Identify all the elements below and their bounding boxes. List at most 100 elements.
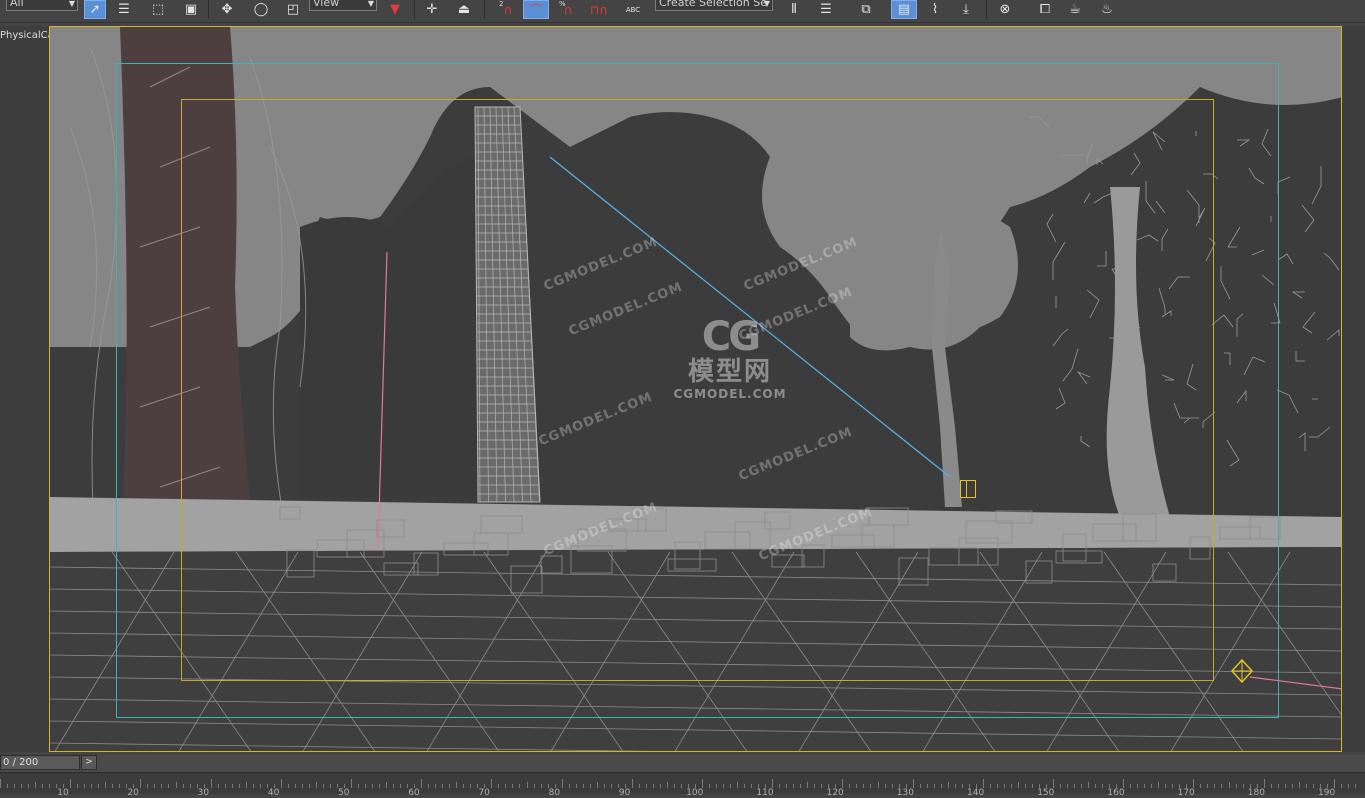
timeline-tick xyxy=(463,784,465,788)
timeline-tick xyxy=(1144,784,1146,788)
timeline-tick xyxy=(245,782,247,788)
timeline-tick xyxy=(210,779,212,788)
angle-snap-toggle-button[interactable]: ⌒ xyxy=(523,0,549,19)
timeline-tick xyxy=(1270,784,1272,788)
percent-snap-label: % xyxy=(559,0,566,8)
timeline-tick xyxy=(814,784,816,788)
align-button[interactable]: ☰ xyxy=(815,0,837,19)
selection-filter-value: All xyxy=(10,0,24,9)
timeline-tick xyxy=(596,782,598,788)
timeline-tick xyxy=(603,784,605,788)
timeline-tick xyxy=(442,784,444,788)
mirror-button[interactable]: ⫴ xyxy=(783,0,805,19)
timeline-tick-label: 30 xyxy=(197,788,210,798)
timeline-tick xyxy=(1305,784,1307,788)
schematic-view-button[interactable]: ⤓ xyxy=(955,0,977,19)
render-teapot-icon: ♨ xyxy=(1101,2,1113,17)
timeline-tick xyxy=(568,784,570,788)
material-editor-button[interactable]: ⊗ xyxy=(994,0,1016,19)
timeline-tick xyxy=(842,779,844,788)
timeline-tick xyxy=(280,779,282,788)
timeline-tick xyxy=(947,782,949,788)
timeline-tick xyxy=(175,782,177,788)
next-frame-button[interactable]: > xyxy=(81,755,97,770)
window-crossing-button[interactable]: ▣ xyxy=(180,0,202,19)
timeline-tick xyxy=(645,784,647,788)
edit-named-selection-button[interactable]: ABC xyxy=(622,0,644,19)
rectangular-selection-button[interactable]: ⬚ xyxy=(147,0,169,19)
timeline-tick xyxy=(863,784,865,788)
timeline-tick xyxy=(231,784,233,788)
timeline-tick xyxy=(456,782,458,788)
timeline-tick-label: 140 xyxy=(967,788,985,798)
select-and-rotate-button[interactable]: ◯ xyxy=(250,0,272,19)
timeline-tick xyxy=(961,784,963,788)
timeline-tick xyxy=(421,779,423,788)
camera-target-marker[interactable] xyxy=(960,480,976,498)
reference-coordinate-dropdown[interactable]: View ▼ xyxy=(309,0,377,11)
snaps-toggle-button[interactable]: 2 ∩ xyxy=(497,0,519,19)
render-frame-window-button[interactable]: ☕ xyxy=(1064,0,1086,19)
trackbar[interactable]: 10 20 30 40 50 60 70 80 90 100 110 120 130 140 150 160 1… xyxy=(0,772,1365,798)
timeline-tick xyxy=(329,784,331,788)
toggle-layer-explorer-button[interactable]: ▤ xyxy=(891,0,917,19)
timeline-tick xyxy=(1081,784,1083,788)
spinner-snap-toggle-button[interactable]: ⊓∩ xyxy=(588,0,610,19)
scale-box-icon: ◰ xyxy=(286,2,300,17)
toggle-scene-explorer-button[interactable]: ⧉ xyxy=(855,0,877,19)
timeline-tick xyxy=(386,782,388,788)
timeline-tick xyxy=(575,784,577,788)
dashed-rectangle-icon: ⬚ xyxy=(151,2,165,17)
timeline-tick xyxy=(673,784,675,788)
chevron-down-icon: ▼ xyxy=(367,0,374,8)
timeline-tick-label: 20 xyxy=(127,788,139,798)
select-and-scale-button[interactable]: ◰ xyxy=(282,0,304,19)
viewport-left-gutter xyxy=(0,26,49,752)
timeline-tick xyxy=(996,784,998,788)
render-production-button[interactable]: ♨ xyxy=(1096,0,1118,19)
time-slider[interactable]: 0 / 200 xyxy=(0,755,80,770)
timeline-tick-label: 110 xyxy=(756,788,774,798)
timeline-tick xyxy=(119,784,121,788)
timeline-tick xyxy=(42,784,44,788)
render-setup-button[interactable]: ⧠ xyxy=(1034,0,1056,19)
timeline-tick xyxy=(1200,784,1202,788)
teapot-icon: ☕ xyxy=(1069,2,1081,17)
timeline-tick xyxy=(884,784,886,788)
use-pivot-point-button[interactable]: ▼ xyxy=(384,0,406,19)
watermark-logo: CG xyxy=(701,314,761,360)
timeline-tick xyxy=(428,784,430,788)
reference-coordinate-value: View xyxy=(313,0,340,9)
timeline-tick xyxy=(870,784,872,788)
timeline-tick xyxy=(1298,782,1300,788)
timeline-tick xyxy=(702,779,703,788)
toolbar-divider xyxy=(484,0,485,19)
timeline-tick xyxy=(91,784,93,788)
timeline-tick-label: 10 xyxy=(57,788,69,798)
cursor-arrow-icon: ➚ xyxy=(89,2,101,17)
select-object-button[interactable]: ➚ xyxy=(84,0,106,19)
selection-filter-dropdown[interactable]: All ▼ xyxy=(6,0,78,11)
timeline-tick xyxy=(224,784,226,788)
timeline-tick xyxy=(954,784,956,788)
select-and-move-button[interactable]: ✥ xyxy=(216,0,238,19)
timeline-tick-label: 100 xyxy=(686,788,704,798)
named-selection-sets-dropdown[interactable]: Create Selection Se ▼ xyxy=(655,0,773,11)
timeline-tick xyxy=(315,782,317,788)
select-by-name-button[interactable]: ☰ xyxy=(113,0,135,19)
mirror-icon: ⫴ xyxy=(791,2,797,17)
camera-viewport[interactable]: CGMODEL.COM CGMODEL.COM CGMODEL.COM CGMO… xyxy=(49,26,1342,752)
timeline-tick xyxy=(709,784,711,788)
curve-editor-button[interactable]: ⌇ xyxy=(924,0,946,19)
timeline-tick xyxy=(21,784,23,788)
percent-snap-toggle-button[interactable]: % ∩ xyxy=(557,0,579,19)
keyboard-shortcut-override-button[interactable]: ⏏ xyxy=(453,0,475,19)
timeline-tick xyxy=(168,784,170,788)
material-spheres-icon: ⊗ xyxy=(999,2,1011,17)
timeline-tick xyxy=(287,784,289,788)
camera-gizmo-icon[interactable] xyxy=(1230,659,1254,683)
chevron-down-icon: ▼ xyxy=(763,0,770,8)
select-and-manipulate-button[interactable]: ✛ xyxy=(421,0,443,19)
timeline-tick xyxy=(35,782,37,788)
timeline-tick xyxy=(1354,784,1356,788)
